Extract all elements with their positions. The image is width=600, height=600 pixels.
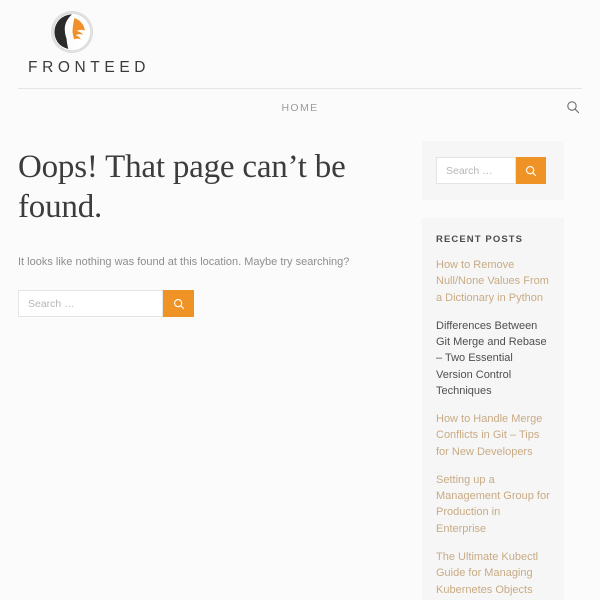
recent-post-link-4[interactable]: Setting up a Management Group for Produc…	[436, 472, 550, 537]
content-wrapper: Oops! That page can’t be found. It looks…	[0, 141, 600, 600]
search-icon[interactable]	[564, 98, 582, 116]
page-root: FRONTEED HOME Oops! That page can’t be f…	[0, 0, 600, 600]
recent-posts-list: How to Remove Null/None Values From a Di…	[436, 257, 550, 600]
recent-post-link-5[interactable]: The Ultimate Kubectl Guide for Managing …	[436, 549, 550, 600]
search-icon	[173, 298, 185, 310]
site-branding[interactable]: FRONTEED	[0, 12, 600, 77]
recent-post-link-3[interactable]: How to Handle Merge Conflicts in Git – T…	[436, 411, 550, 460]
sidebar: RECENT POSTS How to Remove Null/None Val…	[422, 141, 564, 600]
nav-menu: HOME	[281, 98, 318, 116]
page-intro-text: It looks like nothing was found at this …	[18, 255, 350, 268]
site-header: FRONTEED HOME	[0, 0, 600, 125]
list-item[interactable]: How to Remove Null/None Values From a Di…	[436, 257, 550, 306]
sidebar-search-form	[436, 157, 550, 184]
main-search-input[interactable]	[18, 290, 163, 317]
main-search-form	[18, 290, 404, 317]
list-item[interactable]: Differences Between Git Merge and Rebase…	[436, 318, 550, 399]
widget-title-recent-posts: RECENT POSTS	[436, 234, 524, 245]
main-search-submit-button[interactable]	[163, 290, 194, 317]
widget-search	[422, 141, 564, 200]
recent-post-link-1[interactable]: How to Remove Null/None Values From a Di…	[436, 257, 550, 306]
site-title: FRONTEED	[28, 59, 151, 76]
fronteed-circle-logo-icon	[52, 12, 92, 52]
nav-link-home[interactable]: HOME	[281, 102, 318, 114]
sidebar-search-submit-button[interactable]	[516, 157, 546, 184]
primary-navigation: HOME	[0, 89, 600, 125]
list-item[interactable]: The Ultimate Kubectl Guide for Managing …	[436, 549, 550, 600]
list-item[interactable]: Setting up a Management Group for Produc…	[436, 472, 550, 537]
search-icon	[525, 165, 537, 177]
main-content: Oops! That page can’t be found. It looks…	[18, 141, 422, 317]
list-item[interactable]: How to Handle Merge Conflicts in Git – T…	[436, 411, 550, 460]
recent-post-link-2[interactable]: Differences Between Git Merge and Rebase…	[436, 318, 550, 399]
sidebar-search-input[interactable]	[436, 157, 516, 184]
nav-item-home[interactable]: HOME	[281, 98, 318, 116]
page-title: Oops! That page can’t be found.	[18, 149, 346, 226]
widget-recent-posts: RECENT POSTS How to Remove Null/None Val…	[422, 218, 564, 600]
